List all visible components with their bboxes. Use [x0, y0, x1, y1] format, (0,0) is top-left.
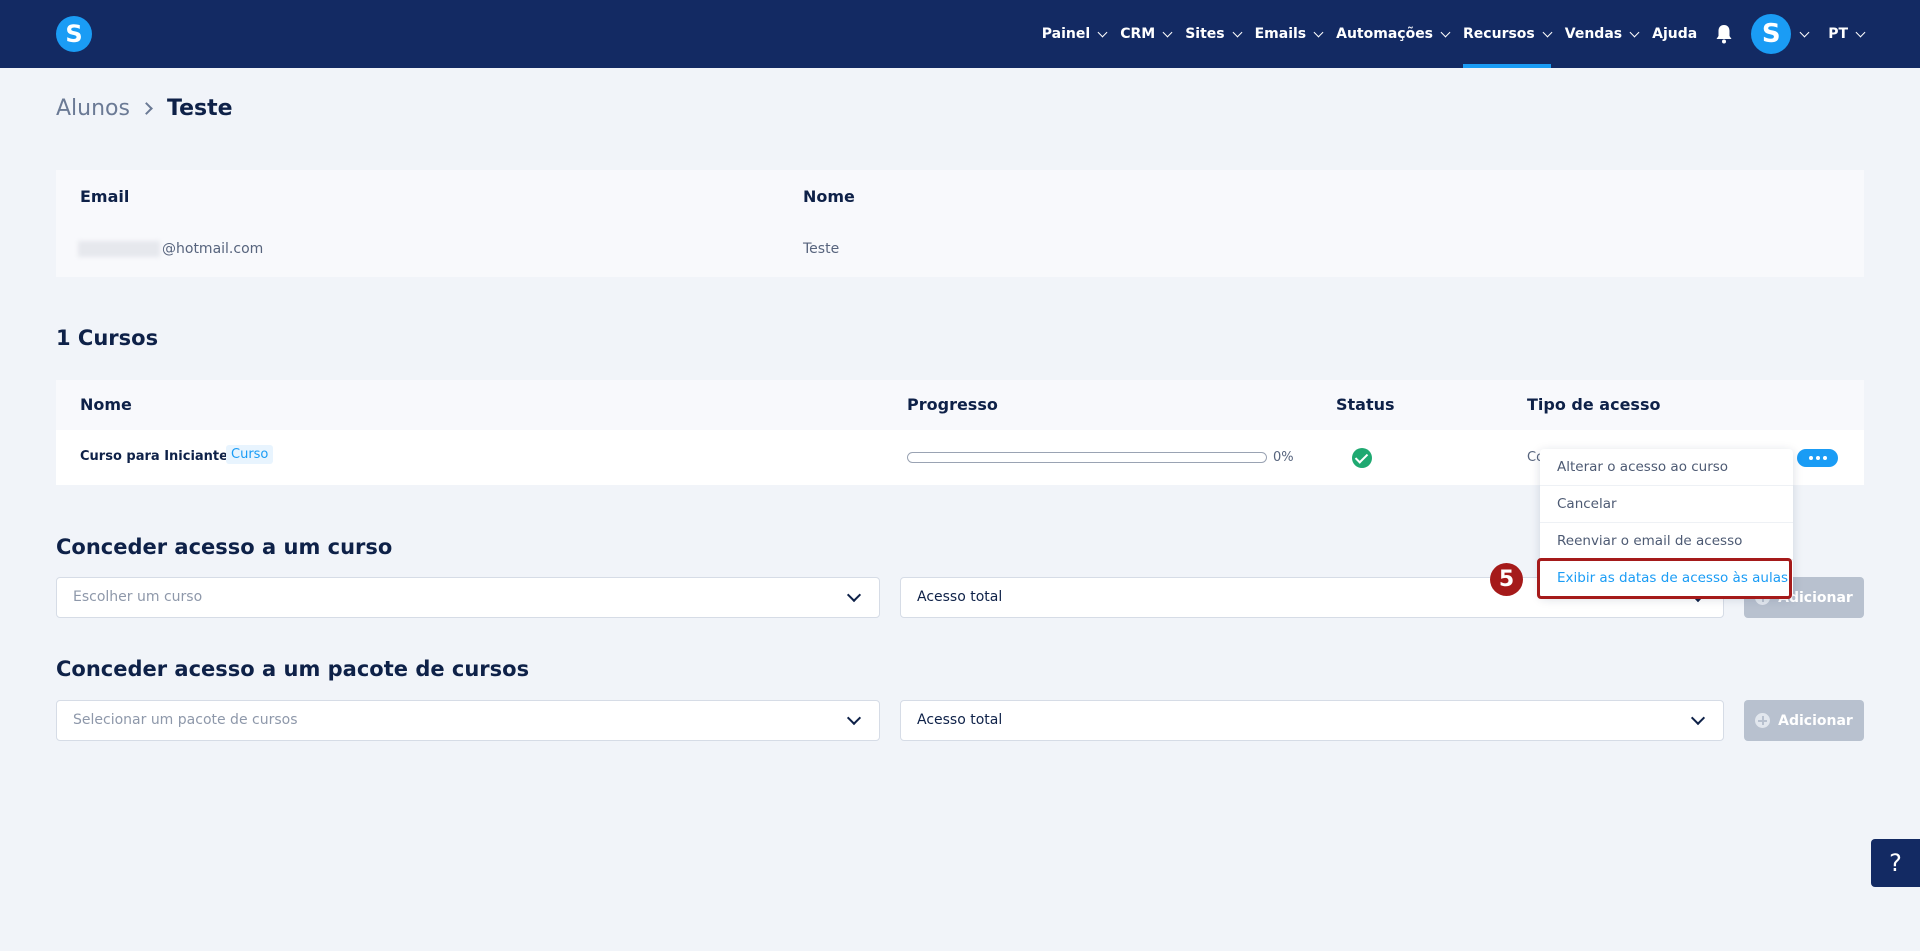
bundle-select[interactable]: Selecionar um pacote de cursos	[56, 700, 880, 741]
chevron-down-icon	[1690, 710, 1706, 726]
nav-item-emails[interactable]: Emails	[1254, 0, 1324, 68]
column-header-progress: Progresso	[907, 395, 998, 414]
chevron-down-icon	[1542, 27, 1553, 37]
menu-item-cancel[interactable]: Cancelar	[1540, 486, 1793, 523]
user-avatar[interactable]: S	[1751, 14, 1792, 54]
language-label: PT	[1828, 26, 1848, 42]
progress-percentage: 0%	[1273, 450, 1294, 465]
progress-bar	[907, 452, 1267, 463]
chevron-down-icon	[846, 587, 862, 603]
nav-item-crm[interactable]: CRM	[1120, 0, 1173, 68]
chevron-down-icon	[846, 710, 862, 726]
nav-item-recursos[interactable]: Recursos	[1463, 0, 1553, 68]
nav-item-vendas[interactable]: Vendas	[1564, 0, 1640, 68]
course-select[interactable]: Escolher um curso	[56, 577, 880, 618]
step-number-badge: 5	[1490, 563, 1523, 596]
breadcrumb: Alunos Teste	[56, 96, 233, 121]
column-header-name: Nome	[80, 395, 132, 414]
nav-item-label: Sites	[1185, 26, 1225, 42]
nav-item-label: Ajuda	[1652, 26, 1698, 42]
student-table-header: Email Nome	[56, 170, 1864, 224]
access-type-selected: Acesso total	[917, 589, 1003, 605]
chevron-down-icon	[1629, 27, 1640, 37]
top-navigation-bar: S Painel CRM Sites Emails Automações Rec…	[0, 0, 1920, 68]
courses-table-header: Nome Progresso Status Tipo de acesso	[56, 380, 1864, 430]
grant-course-title: Conceder acesso a um curso	[56, 535, 393, 559]
add-button-label: Adicionar	[1778, 712, 1853, 729]
breadcrumb-current: Teste	[166, 96, 233, 121]
column-header-access-type: Tipo de acesso	[1527, 395, 1661, 414]
bell-icon[interactable]	[1715, 24, 1733, 44]
student-name: Teste	[803, 241, 840, 257]
help-button[interactable]: ?	[1871, 839, 1920, 887]
row-actions-menu: Alterar o acesso ao curso Cancelar Reenv…	[1540, 449, 1793, 597]
student-email: @hotmail.com	[78, 241, 263, 257]
language-selector[interactable]: PT	[1828, 0, 1866, 68]
bundle-access-type-select[interactable]: Acesso total	[900, 700, 1724, 741]
brand-logo[interactable]: S	[56, 16, 92, 52]
chevron-down-icon	[1162, 27, 1173, 37]
nav-item-label: Painel	[1041, 26, 1091, 42]
menu-item-show-lesson-access-dates[interactable]: Exibir as datas de acesso às aulas	[1540, 560, 1793, 597]
menu-item-resend-email[interactable]: Reenviar o email de acesso	[1540, 523, 1793, 560]
student-table-row: @hotmail.com Teste	[56, 224, 1864, 277]
nav-item-sites[interactable]: Sites	[1185, 0, 1243, 68]
nav-item-label: Automações	[1336, 26, 1434, 42]
chevron-down-icon[interactable]	[1799, 27, 1810, 37]
nav-item-label: Vendas	[1564, 26, 1623, 42]
column-header-status: Status	[1336, 395, 1395, 414]
courses-section-title: 1 Cursos	[56, 326, 159, 350]
breadcrumb-parent-link[interactable]: Alunos	[56, 96, 130, 121]
student-info-card: Email Nome @hotmail.com Teste	[56, 170, 1864, 277]
nav-item-ajuda[interactable]: Ajuda	[1652, 0, 1697, 68]
column-header-name: Nome	[803, 187, 855, 206]
course-name-link[interactable]: Curso para Iniciantes	[80, 449, 236, 464]
chevron-down-icon	[1097, 27, 1108, 37]
chevron-down-icon	[1855, 27, 1866, 37]
add-bundle-button[interactable]: Adicionar	[1744, 700, 1864, 741]
row-actions-button[interactable]	[1797, 449, 1838, 467]
chevron-right-icon	[140, 102, 153, 115]
grant-bundle-title: Conceder acesso a um pacote de cursos	[56, 657, 530, 681]
course-select-placeholder: Escolher um curso	[73, 589, 203, 605]
check-circle-icon	[1352, 448, 1372, 468]
chevron-down-icon	[1440, 27, 1451, 37]
nav-item-painel[interactable]: Painel	[1041, 0, 1108, 68]
nav-item-automacoes[interactable]: Automações	[1336, 0, 1451, 68]
more-dots-icon	[1808, 456, 1813, 460]
plus-circle-icon	[1755, 713, 1771, 728]
chevron-down-icon	[1232, 27, 1243, 37]
column-header-email: Email	[80, 187, 130, 206]
main-nav: Painel CRM Sites Emails Automações Recur…	[1028, 0, 1920, 68]
redacted-email-prefix	[78, 241, 160, 257]
bundle-select-placeholder: Selecionar um pacote de cursos	[73, 712, 298, 728]
chevron-down-icon	[1313, 27, 1324, 37]
nav-item-label: Recursos	[1463, 26, 1535, 42]
menu-item-change-access[interactable]: Alterar o acesso ao curso	[1540, 449, 1793, 486]
course-type-badge: Curso	[226, 445, 274, 464]
access-type-selected: Acesso total	[917, 712, 1003, 728]
nav-item-label: CRM	[1120, 26, 1156, 42]
nav-item-label: Emails	[1254, 26, 1307, 42]
